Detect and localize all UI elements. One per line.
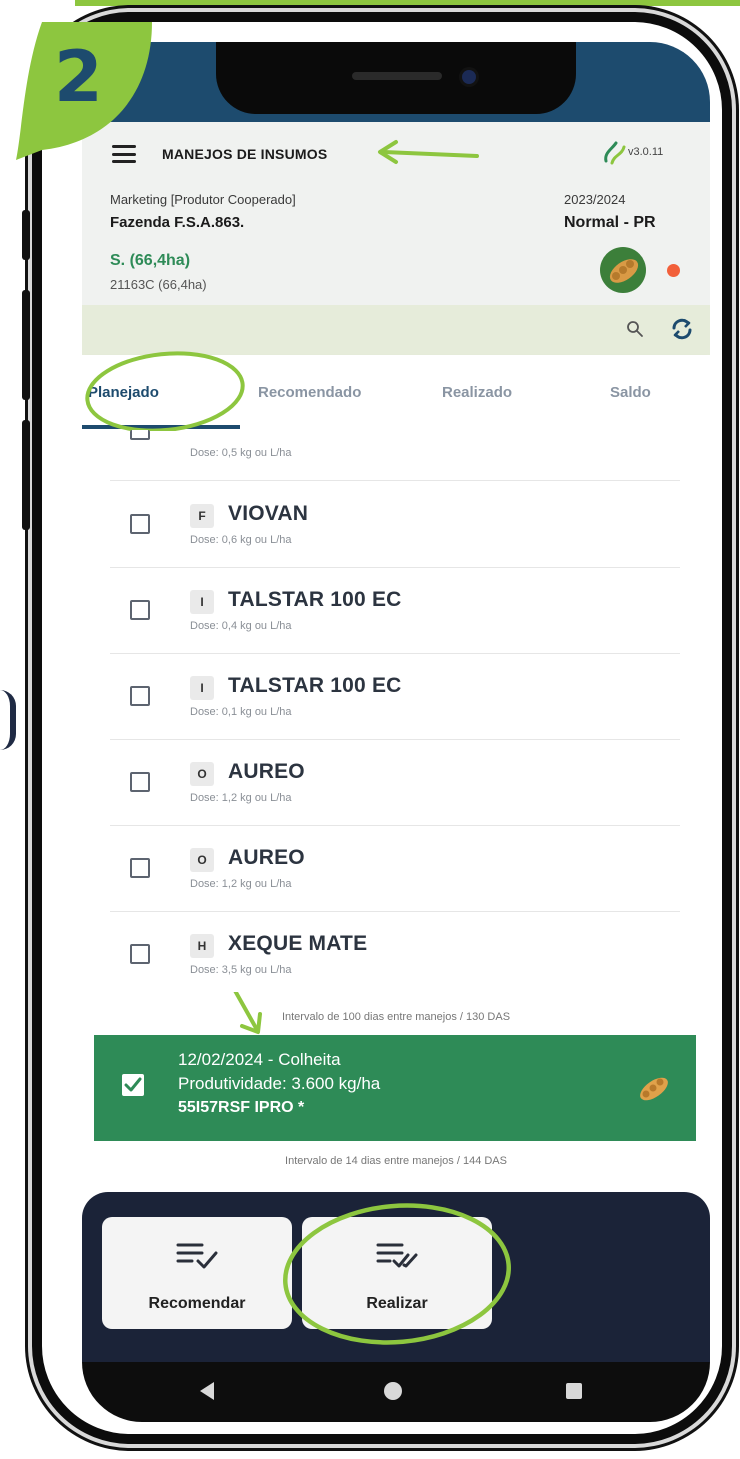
farm-name: Fazenda F.S.A.863. — [110, 214, 245, 231]
search-icon[interactable] — [626, 320, 644, 338]
app-version: v3.0.11 — [628, 146, 664, 158]
field-name[interactable]: S. (66,4ha) — [110, 252, 190, 270]
row-divider — [110, 911, 680, 912]
field-code: 21163C (66,4ha) — [110, 277, 207, 292]
item-dose: Dose: 0,6 kg ou L/ha — [190, 534, 292, 546]
row-divider — [110, 825, 680, 826]
input-list — [82, 431, 710, 1031]
annotation-circle-icon — [283, 1203, 511, 1345]
item-name[interactable]: TALSTAR 100 EC — [228, 588, 402, 612]
item-checkbox[interactable] — [130, 858, 150, 878]
harvest-season: 2023/2024 — [564, 192, 626, 207]
seed-icon — [640, 1077, 668, 1101]
region-label: Normal - PR — [564, 214, 656, 231]
item-checkbox[interactable] — [130, 944, 150, 964]
item-type-badge: H — [190, 934, 214, 958]
soybean-crop-icon — [600, 247, 646, 293]
item-checkbox[interactable] — [130, 686, 150, 706]
annotation-arrow-icon — [378, 140, 479, 164]
home-icon[interactable] — [384, 1382, 402, 1400]
item-checkbox[interactable] — [130, 772, 150, 792]
logo-icon — [604, 141, 626, 165]
item-type-badge: O — [190, 762, 214, 786]
decorative-side-mark — [0, 690, 16, 750]
item-checkbox[interactable] — [130, 430, 150, 440]
recommend-button[interactable]: Recomendar — [102, 1217, 292, 1329]
row-divider — [110, 739, 680, 740]
tab-saldo[interactable]: Saldo — [610, 384, 651, 401]
item-checkbox[interactable] — [130, 514, 150, 534]
tab-realizado[interactable]: Realizado — [442, 384, 512, 401]
refresh-icon[interactable] — [670, 317, 694, 341]
row-divider — [110, 480, 680, 481]
item-name[interactable]: XEQUE MATE — [228, 932, 367, 956]
item-dose: Dose: 1,2 kg ou L/ha — [190, 792, 292, 804]
item-dose: Dose: 0,1 kg ou L/ha — [190, 706, 292, 718]
check-icon — [124, 1077, 142, 1092]
annotation-arrow-icon — [233, 992, 262, 1034]
camera-icon — [462, 70, 476, 84]
row-divider — [110, 567, 680, 568]
item-checkbox[interactable] — [130, 600, 150, 620]
recents-icon[interactable] — [566, 1383, 582, 1399]
annotation-circle-icon — [85, 351, 245, 433]
item-type-badge: I — [190, 676, 214, 700]
item-type-badge: F — [190, 504, 214, 528]
tab-recomendado[interactable]: Recomendado — [258, 384, 361, 401]
page-title: MANEJOS DE INSUMOS — [162, 146, 328, 162]
item-dose: Dose: 0,4 kg ou L/ha — [190, 620, 292, 632]
event-checkbox[interactable] — [122, 1074, 144, 1096]
item-dose: Dose: 1,2 kg ou L/ha — [190, 878, 292, 890]
item-name[interactable]: AUREO — [228, 760, 305, 784]
phone-side-button — [22, 290, 30, 400]
item-type-badge: I — [190, 590, 214, 614]
back-icon[interactable] — [200, 1382, 214, 1400]
company-label: Marketing [Produtor Cooperado] — [110, 192, 296, 207]
event-variety: 55I57RSF IPRO * — [178, 1099, 305, 1116]
item-name[interactable]: VIOVAN — [228, 502, 308, 526]
item-type-badge: O — [190, 848, 214, 872]
top-accent-bar — [75, 0, 740, 6]
phone-side-button — [22, 420, 30, 530]
row-divider — [110, 653, 680, 654]
phone-side-button — [22, 210, 30, 260]
phone-speaker — [352, 72, 442, 80]
status-dot — [667, 264, 680, 277]
item-dose: Dose: 0,5 kg ou L/ha — [190, 447, 292, 459]
interval-label: Intervalo de 100 dias entre manejos / 13… — [281, 1011, 511, 1023]
item-name[interactable]: AUREO — [228, 846, 305, 870]
item-name[interactable]: TALSTAR 100 EC — [228, 674, 402, 698]
interval-label: Intervalo de 14 dias entre manejos / 144… — [285, 1155, 507, 1167]
recommend-label: Recomendar — [148, 1295, 246, 1312]
phone-screen: MANEJOS DE INSUMOS v3.0.11 Marketing [Pr… — [82, 42, 710, 1422]
item-dose: Dose: 3,5 kg ou L/ha — [190, 964, 292, 976]
step-number: 2 — [54, 36, 103, 118]
list-check-icon — [176, 1243, 218, 1269]
